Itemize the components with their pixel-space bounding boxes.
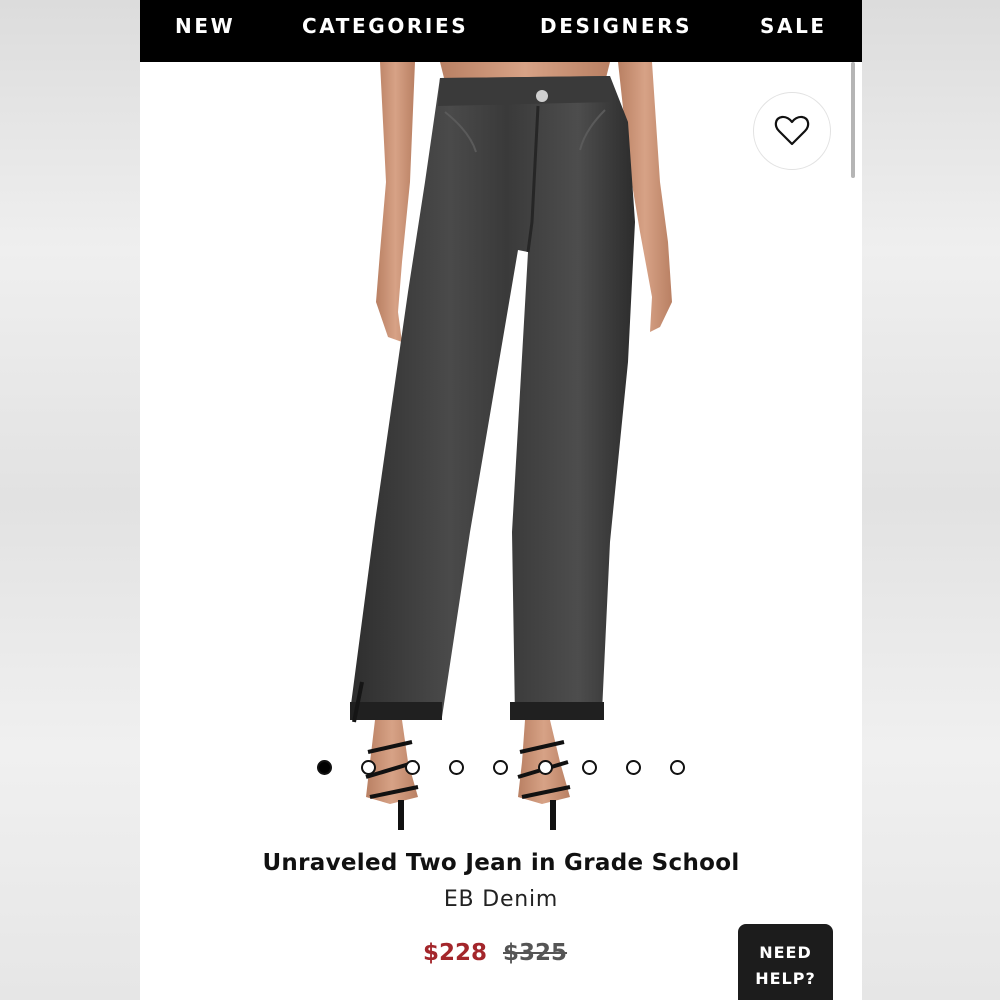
mobile-page: NEW CATEGORIES DESIGNERS SALE Unraveled …	[140, 0, 862, 1000]
top-navigation: NEW CATEGORIES DESIGNERS SALE	[140, 0, 862, 62]
carousel-dot[interactable]	[449, 760, 464, 775]
product-image[interactable]	[140, 62, 862, 837]
nav-new[interactable]: NEW	[175, 14, 235, 38]
scrollbar[interactable]	[851, 62, 855, 178]
nav-designers[interactable]: DESIGNERS	[540, 14, 692, 38]
carousel-dot[interactable]	[405, 760, 420, 775]
background-left	[0, 0, 140, 1000]
background-right	[862, 0, 1000, 1000]
carousel-dot[interactable]	[493, 760, 508, 775]
carousel-dot[interactable]	[626, 760, 641, 775]
nav-sale[interactable]: SALE	[760, 14, 827, 38]
carousel-dot[interactable]	[538, 760, 553, 775]
price-row: $228 $325	[423, 940, 567, 966]
carousel-dot[interactable]	[317, 760, 332, 775]
help-label-line1: NEED	[759, 943, 812, 962]
product-brand[interactable]: EB Denim	[140, 887, 862, 912]
carousel-dots	[140, 760, 862, 776]
carousel-dot[interactable]	[582, 760, 597, 775]
nav-categories[interactable]: CATEGORIES	[302, 14, 468, 38]
sale-price: $228	[423, 940, 488, 966]
wishlist-button[interactable]	[753, 92, 831, 170]
original-price: $325	[503, 940, 568, 966]
need-help-button[interactable]: NEED HELP?	[738, 924, 833, 1000]
product-photo	[350, 62, 672, 830]
product-title: Unraveled Two Jean in Grade School	[262, 850, 740, 876]
carousel-dot[interactable]	[670, 760, 685, 775]
carousel-dot[interactable]	[361, 760, 376, 775]
heart-icon	[774, 115, 810, 146]
help-label-line2: HELP?	[755, 969, 816, 988]
